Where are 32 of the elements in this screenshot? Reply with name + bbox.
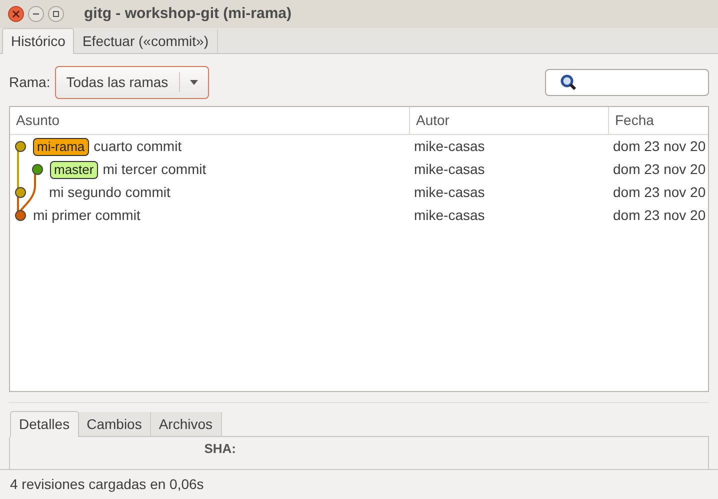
date-cell-text: dom 23 nov 20 [612, 206, 707, 225]
author-cell-text: mike-casas [413, 183, 486, 202]
commit-subject: mi primer commit [33, 206, 140, 225]
commit-subject: mi segundo commit [49, 183, 170, 202]
author-cell-text: mike-casas [413, 160, 486, 179]
tab[interactable]: Cambios [78, 412, 151, 436]
commit-subject: mi tercer commit [102, 160, 206, 179]
maximize-icon[interactable] [48, 6, 64, 22]
branch-tag: mi-rama [33, 138, 89, 156]
tab[interactable]: Detalles [10, 411, 79, 437]
close-icon[interactable] [8, 6, 24, 22]
date-cell-text: dom 23 nov 20 [612, 160, 707, 179]
sha-label: SHA: [203, 440, 236, 458]
branch-dropdown[interactable]: Todas las ramas [55, 66, 210, 98]
date-cell-text: dom 23 nov 20 [612, 137, 707, 156]
commit-subject: cuarto commit [94, 137, 182, 156]
branch-label: Rama: [9, 72, 50, 92]
author-cell-text: mike-casas [413, 137, 486, 156]
search-field[interactable] [545, 68, 709, 96]
window-title: gitg - workshop-git (mi-rama) [84, 4, 292, 24]
date-cell-text: dom 23 nov 20 [612, 183, 707, 202]
column-header[interactable]: Autor [410, 107, 609, 134]
branch-tag: master [50, 160, 98, 178]
column-header[interactable]: Fecha [609, 107, 708, 134]
search-icon [560, 74, 577, 90]
author-cell-text: mike-casas [413, 206, 486, 225]
minimize-icon[interactable] [28, 6, 44, 22]
tab[interactable]: Histórico [2, 28, 74, 54]
status-bar: 4 revisiones cargadas en 0,06s [0, 469, 718, 499]
caret-icon [190, 80, 198, 84]
column-header[interactable]: Asunto [10, 107, 410, 134]
tab[interactable]: Archivos [150, 412, 222, 436]
